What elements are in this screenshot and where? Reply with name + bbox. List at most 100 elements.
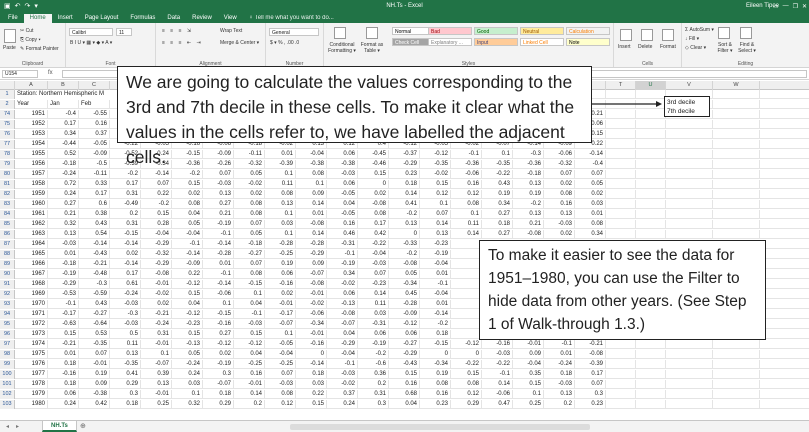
table-cell[interactable]: 0	[296, 350, 327, 359]
table-cell[interactable]: 0.12	[451, 190, 482, 199]
table-cell[interactable]: 0.24	[327, 400, 358, 409]
table-cell[interactable]: -0.1	[48, 300, 79, 309]
table-cell[interactable]: 0.04	[172, 300, 203, 309]
table-cell[interactable]	[666, 400, 713, 409]
row-header[interactable]: 88	[0, 250, 15, 259]
column-header-v[interactable]: V	[666, 81, 713, 90]
table-cell[interactable]: 0.38	[79, 210, 110, 219]
table-cell[interactable]	[606, 150, 636, 159]
table-cell[interactable]: 0.27	[203, 200, 234, 209]
table-cell[interactable]: -0.1	[203, 230, 234, 239]
table-cell[interactable]: 0.04	[327, 200, 358, 209]
table-cell[interactable]	[636, 180, 666, 189]
table-cell[interactable]: -0.2	[389, 210, 420, 219]
table-cell[interactable]: 0.37	[79, 130, 110, 139]
find-select-button[interactable]: Find & Select ▾	[736, 42, 758, 54]
table-cell[interactable]: -0.37	[389, 150, 420, 159]
table-cell[interactable]: 0.11	[265, 180, 296, 189]
table-cell[interactable]: -0.59	[79, 290, 110, 299]
table-cell[interactable]	[636, 380, 666, 389]
table-cell[interactable]: -0.39	[575, 360, 606, 369]
table-cell[interactable]	[666, 360, 713, 369]
cell-style-option[interactable]: Calculation	[566, 27, 610, 35]
table-cell[interactable]: -0.28	[389, 300, 420, 309]
table-cell[interactable]: 0.1	[482, 150, 513, 159]
table-cell[interactable]	[451, 250, 482, 259]
table-cell[interactable]: -0.24	[48, 170, 79, 179]
table-cell[interactable]: 0.28	[141, 220, 172, 229]
sort-filter-icon[interactable]	[718, 27, 730, 39]
table-cell[interactable]: 1951	[15, 110, 48, 119]
table-cell[interactable]: -0.55	[79, 110, 110, 119]
table-cell[interactable]: -0.19	[48, 270, 79, 279]
name-box[interactable]: U154	[2, 70, 38, 78]
conditional-formatting-icon[interactable]	[334, 27, 346, 39]
table-cell[interactable]: -0.15	[110, 230, 141, 239]
table-cell[interactable]: 1953	[15, 130, 48, 139]
number-format-buttons[interactable]: $ ▾ % , .00 .0	[270, 40, 299, 46]
table-cell[interactable]: -0.19	[420, 250, 451, 259]
table-cell[interactable]: 0.07	[79, 350, 110, 359]
cell-style-option[interactable]: Input	[474, 38, 518, 46]
table-cell[interactable]: 0.16	[544, 200, 575, 209]
table-cell[interactable]: -0.64	[79, 320, 110, 329]
table-cell[interactable]: 1977	[15, 370, 48, 379]
table-cell[interactable]: -0.08	[389, 260, 420, 269]
table-cell[interactable]: -0.04	[327, 350, 358, 359]
table-cell[interactable]: -0.04	[141, 230, 172, 239]
row-header[interactable]: 103	[0, 400, 15, 409]
table-cell[interactable]	[636, 200, 666, 209]
table-cell[interactable]: 0.01	[265, 150, 296, 159]
table-cell[interactable]: -0.27	[389, 340, 420, 349]
table-cell[interactable]: 0.47	[482, 400, 513, 409]
tab-home[interactable]: Home	[23, 14, 52, 23]
table-cell[interactable]: 1978	[15, 380, 48, 389]
table-cell[interactable]: 1979	[15, 390, 48, 399]
table-cell[interactable]: -0.03	[482, 350, 513, 359]
table-cell[interactable]: 0.43	[79, 220, 110, 229]
cell-style-option[interactable]: Neutral	[520, 27, 564, 35]
table-cell[interactable]	[666, 180, 713, 189]
table-cell[interactable]	[666, 190, 713, 199]
table-cell[interactable]: 0.13	[265, 200, 296, 209]
table-cell[interactable]: 0.08	[234, 210, 265, 219]
table-cell[interactable]: 0.08	[544, 190, 575, 199]
table-cell[interactable]: -0.14	[203, 280, 234, 289]
table-cell[interactable]: -0.22	[482, 170, 513, 179]
row-header[interactable]: 94	[0, 310, 15, 319]
table-cell[interactable]: 0	[358, 180, 389, 189]
table-cell[interactable]: 0.1	[172, 390, 203, 399]
table-cell[interactable]: -0.07	[296, 270, 327, 279]
table-cell[interactable]: -0.36	[172, 160, 203, 169]
row-header[interactable]: 84	[0, 210, 15, 219]
add-sheet-icon[interactable]: ⊕	[80, 422, 86, 430]
table-cell[interactable]: 0.03	[265, 220, 296, 229]
table-cell[interactable]: 0.02	[141, 300, 172, 309]
table-cell[interactable]: 0.34	[327, 270, 358, 279]
tab-formulas[interactable]: Formulas	[124, 14, 161, 23]
table-cell[interactable]: 0.22	[172, 270, 203, 279]
table-cell[interactable]: -0.08	[513, 230, 544, 239]
table-cell[interactable]: -0.01	[79, 360, 110, 369]
table-cell[interactable]: 0.14	[482, 380, 513, 389]
column-header-a[interactable]: A	[15, 81, 48, 90]
table-cell[interactable]: 0.45	[389, 290, 420, 299]
table-cell[interactable]	[636, 120, 666, 129]
table-cell[interactable]: 0.53	[79, 330, 110, 339]
table-cell[interactable]	[606, 370, 636, 379]
table-cell[interactable]: -0.27	[234, 250, 265, 259]
table-cell[interactable]: -0.01	[265, 300, 296, 309]
table-cell[interactable]: -0.31	[327, 240, 358, 249]
table-cell[interactable]: 0.41	[389, 200, 420, 209]
table-cell[interactable]: 0.01	[420, 270, 451, 279]
table-cell[interactable]: -0.29	[48, 280, 79, 289]
table-cell[interactable]	[666, 350, 713, 359]
table-cell[interactable]: -0.05	[79, 140, 110, 149]
table-cell[interactable]: 0.32	[48, 220, 79, 229]
table-cell[interactable]: 0.16	[327, 220, 358, 229]
table-cell[interactable]: 0.11	[451, 220, 482, 229]
table-cell[interactable]	[606, 190, 636, 199]
table-cell[interactable]: -0.08	[358, 200, 389, 209]
table-cell[interactable]: -0.18	[48, 160, 79, 169]
table-cell[interactable]: -0.03	[358, 260, 389, 269]
